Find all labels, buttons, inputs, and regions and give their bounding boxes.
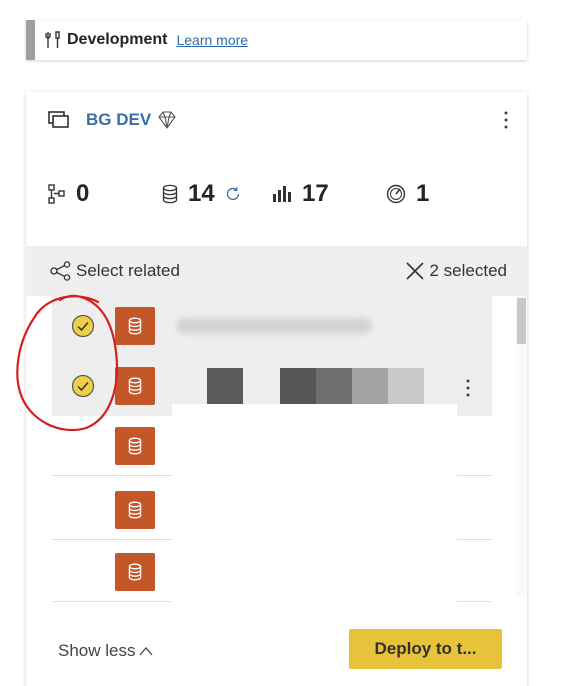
dataset-count: 14 [162,178,251,210]
workspace-header: BG DEV [48,108,177,132]
dataset-icon [128,317,142,335]
redaction-block [280,368,316,404]
dataflow-count-value: 0 [76,180,90,207]
checked-icon[interactable] [71,374,95,398]
selection-bar: Select related 2 selected [26,246,527,296]
refresh-icon[interactable] [225,186,241,202]
clear-selection-button[interactable]: 2 selected [405,261,508,281]
redaction-block [207,368,243,404]
redaction-mask [172,404,457,604]
stage-header: Development Learn more [26,20,527,60]
checked-icon[interactable] [71,314,95,338]
report-icon [273,186,291,202]
show-less-label: Show less [58,641,136,660]
blurred-item-name [176,318,372,334]
dataset-icon [128,563,142,581]
close-icon [405,262,424,280]
report-count: 17 [272,178,329,210]
dashboard-count-value: 1 [416,180,430,207]
share-nodes-icon [50,261,71,281]
dataset-icon [128,377,142,395]
workspace-name[interactable]: BG DEV [86,110,151,130]
dashboard-count: 1 [386,178,429,210]
dataset-tile [115,367,155,405]
dataflow-count: 0 [48,178,89,210]
chevron-up-icon [139,647,153,656]
selected-count-label: 2 selected [429,261,508,280]
item-counts: 0 14 17 1 [46,178,516,210]
dataset-tile [115,491,155,529]
select-related-button[interactable]: Select related [50,261,180,281]
dataset-tile [115,307,155,345]
workspace-stack-icon [48,111,69,128]
select-related-label: Select related [76,261,180,280]
learn-more-link[interactable]: Learn more [176,32,248,48]
tools-icon [45,31,60,48]
dataset-icon [128,437,142,455]
dataset-tile [115,553,155,591]
dataset-tile [115,427,155,465]
more-options-icon[interactable] [499,108,513,132]
diamond-icon [158,111,176,129]
stage-title: Development [67,31,168,48]
dataflow-icon [48,184,65,204]
dataset-count-value: 14 [188,180,215,207]
list-item[interactable] [52,296,492,356]
scrollbar-thumb[interactable] [517,298,526,344]
workspace-card: BG DEV 0 14 17 1 Select related 2 select… [26,92,527,686]
deploy-button[interactable]: Deploy to t... [349,629,502,669]
dataset-icon [162,184,178,204]
item-list [52,296,492,606]
dataset-icon [128,501,142,519]
redaction-block [352,368,388,404]
dashboard-icon [386,184,406,204]
row-more-options-icon[interactable] [464,376,472,400]
redaction-block [316,368,352,404]
redaction-block [388,368,424,404]
report-count-value: 17 [302,180,329,207]
show-less-button[interactable]: Show less [58,641,154,661]
